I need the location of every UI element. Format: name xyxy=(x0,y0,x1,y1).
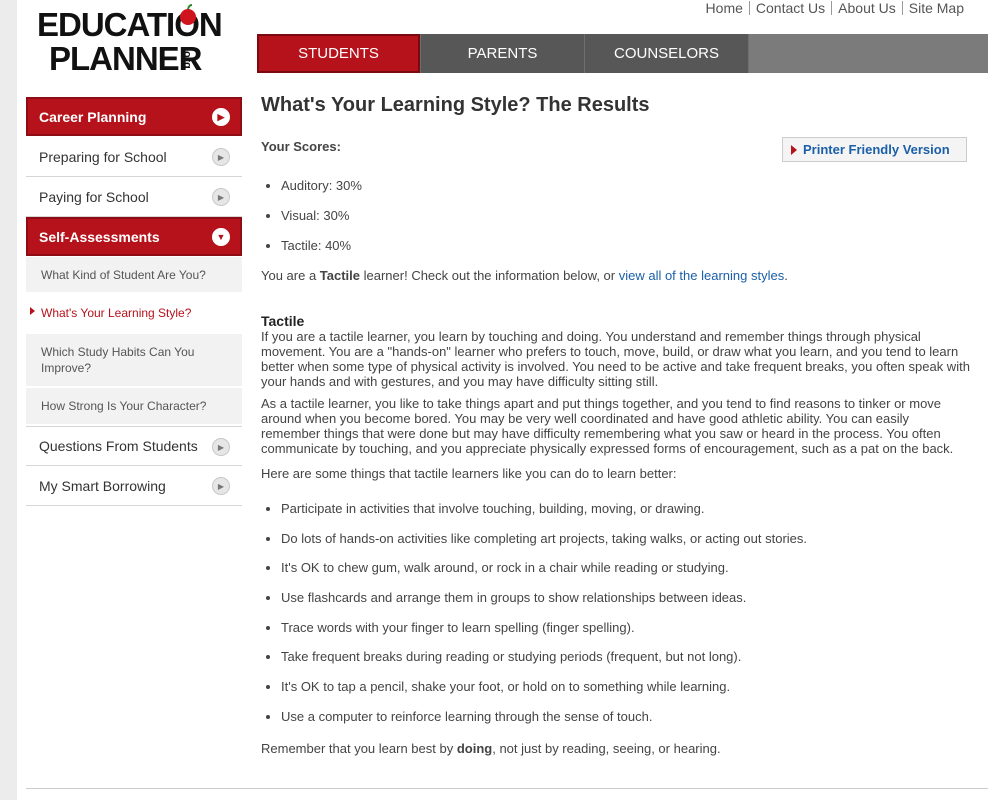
page: EDUCATION PLANNER .org Home Contact Us Abo… xyxy=(17,0,990,800)
main-nav: STUDENTS PARENTS COUNSELORS xyxy=(257,34,988,73)
sidebar-subitem-label: What's Your Learning Style? xyxy=(41,306,192,320)
chevron-down-icon: ▼ xyxy=(212,228,230,246)
tip-item: Use a computer to reinforce learning thr… xyxy=(281,709,971,724)
tip-item: Participate in activities that involve t… xyxy=(281,501,971,516)
tip-item: Do lots of hands-on activities like comp… xyxy=(281,531,971,546)
sidebar-item-label: Self-Assessments xyxy=(39,228,160,245)
play-icon: ▶ xyxy=(212,477,230,495)
tips-list: Participate in activities that involve t… xyxy=(281,501,971,724)
sidebar-subitem-label: What Kind of Student Are You? xyxy=(41,267,206,282)
printer-friendly-button[interactable]: Printer Friendly Version xyxy=(782,137,967,162)
tab-parents[interactable]: PARENTS xyxy=(421,34,584,73)
footer-divider xyxy=(26,788,988,789)
tip-item: It's OK to chew gum, walk around, or roc… xyxy=(281,560,971,575)
sidebar-subitem-label: Which Study Habits Can You Improve? xyxy=(41,345,195,375)
sidebar-subitem-study-habits[interactable]: Which Study Habits Can You Improve? xyxy=(26,334,242,388)
tips-intro: Here are some things that tactile learne… xyxy=(261,466,677,481)
sidebar-subitem-character[interactable]: How Strong Is Your Character? xyxy=(26,388,242,426)
sidebar-item-self-assessments[interactable]: Self-Assessments ▼ xyxy=(26,217,242,257)
tip-item: Use flashcards and arrange them in group… xyxy=(281,590,971,605)
sidebar-subitem-label: How Strong Is Your Character? xyxy=(41,399,207,413)
play-icon: ▶ xyxy=(212,188,230,206)
closing-prefix: Remember that you learn best by xyxy=(261,740,457,756)
sidebar-item-my-smart-borrowing[interactable]: My Smart Borrowing ▶ xyxy=(26,466,242,506)
tab-counselors[interactable]: COUNSELORS xyxy=(585,34,748,73)
sidebar: Career Planning ▶ Preparing for School ▶… xyxy=(26,97,242,506)
sidebar-item-label: Paying for School xyxy=(39,188,149,205)
apple-icon xyxy=(180,4,196,25)
about-us-link[interactable]: About Us xyxy=(832,0,902,16)
utility-links: Home Contact Us About Us Site Map xyxy=(700,0,970,16)
sidebar-item-label: Career Planning xyxy=(39,108,147,125)
paragraph-2: As a tactile learner, you like to take t… xyxy=(261,396,954,456)
closing-bold: doing xyxy=(456,740,493,756)
tab-students[interactable]: STUDENTS xyxy=(257,34,420,73)
play-icon: ▶ xyxy=(212,108,230,126)
result-end: . xyxy=(784,268,788,283)
paragraph-1: If you are a tactile learner, you learn … xyxy=(261,329,970,389)
site-map-link[interactable]: Site Map xyxy=(903,0,970,16)
sidebar-subitem-what-kind-of-student[interactable]: What Kind of Student Are You? xyxy=(26,257,242,294)
sidebar-subitem-learning-style[interactable]: What's Your Learning Style? xyxy=(26,294,242,334)
current-page-arrow-icon xyxy=(30,307,35,315)
result-summary: You are a Tactile learner! Check out the… xyxy=(261,268,971,283)
sidebar-item-preparing-for-school[interactable]: Preparing for School ▶ xyxy=(26,137,242,177)
home-link[interactable]: Home xyxy=(700,0,749,16)
sidebar-item-label: Questions From Students xyxy=(39,438,198,454)
printer-friendly-label: Printer Friendly Version xyxy=(803,142,950,157)
play-icon: ▶ xyxy=(212,148,230,166)
tip-item: Take frequent breaks during reading or s… xyxy=(281,649,971,664)
section-title: Tactile xyxy=(261,313,305,329)
closing-note: Remember that you learn best by doing, n… xyxy=(261,741,971,756)
sidebar-item-paying-for-school[interactable]: Paying for School ▶ xyxy=(26,177,242,217)
site-logo[interactable]: EDUCATION PLANNER .org xyxy=(37,4,237,78)
play-icon: ▶ xyxy=(212,438,230,456)
result-middle: learner! Check out the information below… xyxy=(360,268,619,283)
sidebar-item-questions-from-students[interactable]: Questions From Students ▶ xyxy=(26,426,242,466)
result-prefix: You are a xyxy=(261,268,320,283)
closing-end: , not just by reading, seeing, or hearin… xyxy=(492,740,721,756)
scores-list: Auditory: 30% Visual: 30% Tactile: 40% xyxy=(281,178,971,253)
sidebar-item-label: Preparing for School xyxy=(39,148,167,165)
score-tactile: Tactile: 40% xyxy=(281,238,971,253)
contact-us-link[interactable]: Contact Us xyxy=(750,0,831,16)
logo-suffix: .org xyxy=(181,48,193,69)
tip-item: It's OK to tap a pencil, shake your foot… xyxy=(281,679,971,694)
view-all-styles-link[interactable]: view all of the learning styles xyxy=(619,268,784,283)
arrow-right-icon xyxy=(791,145,797,155)
tip-item: Trace words with your finger to learn sp… xyxy=(281,620,971,635)
result-style: Tactile xyxy=(319,268,361,283)
sidebar-item-career-planning[interactable]: Career Planning ▶ xyxy=(26,97,242,137)
logo-line2: PLANNER xyxy=(49,40,203,77)
score-auditory: Auditory: 30% xyxy=(281,178,971,193)
sidebar-item-label: My Smart Borrowing xyxy=(39,477,166,494)
main-content: What's Your Learning Style? The Results … xyxy=(261,94,971,756)
page-title: What's Your Learning Style? The Results xyxy=(261,94,650,116)
score-visual: Visual: 30% xyxy=(281,208,971,223)
nav-filler xyxy=(749,34,988,73)
